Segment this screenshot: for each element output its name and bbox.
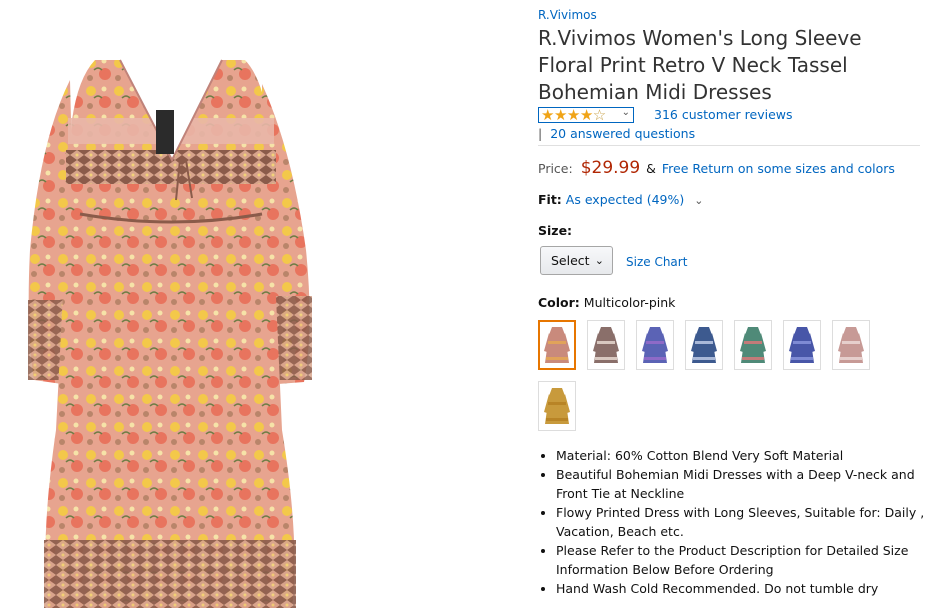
product-title: R.Vivimos Women's Long Sleeve Floral Pri… xyxy=(538,26,862,104)
size-select-value: Select xyxy=(551,253,590,268)
color-swatch[interactable] xyxy=(538,320,576,370)
feature-bullets: Material: 60% Cotton Blend Very Soft Mat… xyxy=(538,446,936,598)
star-rating-icon: ★★★★☆ xyxy=(541,106,606,124)
swatch-dress-thumbnail xyxy=(544,327,570,363)
size-select[interactable]: Select ⌄ xyxy=(540,246,613,275)
color-swatch[interactable] xyxy=(636,320,674,370)
color-swatch[interactable] xyxy=(538,381,576,431)
color-value: Multicolor-pink xyxy=(583,295,676,310)
swatch-dress-thumbnail xyxy=(838,327,864,363)
feature-bullet: Material: 60% Cotton Blend Very Soft Mat… xyxy=(556,446,936,465)
star-rating-dropdown[interactable]: ★★★★☆ ⌄ xyxy=(538,106,634,124)
free-return-link[interactable]: Free Return on some sizes and colors xyxy=(662,161,895,176)
qa-separator: | xyxy=(538,126,543,141)
customer-reviews-link[interactable]: 316 customer reviews xyxy=(654,107,793,122)
dress-image xyxy=(28,59,312,608)
feature-bullet: Please Refer to the Product Description … xyxy=(556,541,936,579)
divider xyxy=(538,145,920,146)
chevron-down-icon: ⌄ xyxy=(594,254,604,267)
main-product-image[interactable] xyxy=(0,0,340,608)
answered-questions-link[interactable]: 20 answered questions xyxy=(550,126,695,141)
color-swatch[interactable] xyxy=(685,320,723,370)
feature-bullet: Hand Wash Cold Recommended. Do not tumbl… xyxy=(556,579,936,598)
swatch-dress-thumbnail xyxy=(789,327,815,363)
fit-value-link[interactable]: As expected (49%) xyxy=(566,192,684,207)
color-label: Color: xyxy=(538,295,580,310)
color-swatch[interactable] xyxy=(734,320,772,370)
feature-bullet: Flowy Printed Dress with Long Sleeves, S… xyxy=(556,503,936,541)
color-swatch[interactable] xyxy=(783,320,821,370)
fit-row: Fit: As expected (49%) ⌄ xyxy=(538,192,703,207)
color-row: Color: Multicolor-pink xyxy=(538,295,675,310)
qa-row: | 20 answered questions xyxy=(538,126,695,141)
swatch-dress-thumbnail xyxy=(544,388,570,424)
chevron-down-icon[interactable]: ⌄ xyxy=(694,194,703,207)
fit-label: Fit: xyxy=(538,192,562,207)
price-amp: & xyxy=(646,161,656,176)
color-swatch[interactable] xyxy=(832,320,870,370)
swatch-dress-thumbnail xyxy=(593,327,619,363)
size-label: Size: xyxy=(538,223,573,238)
price-label: Price: xyxy=(538,161,573,176)
brand-link[interactable]: R.Vivimos xyxy=(538,8,597,22)
chevron-down-icon: ⌄ xyxy=(621,107,630,118)
color-swatch[interactable] xyxy=(587,320,625,370)
size-chart-link[interactable]: Size Chart xyxy=(626,255,687,269)
rating-row: ★★★★☆ ⌄ 316 customer reviews xyxy=(538,106,928,125)
feature-bullet: Beautiful Bohemian Midi Dresses with a D… xyxy=(556,465,936,503)
swatch-dress-thumbnail xyxy=(642,327,668,363)
price-value: $29.99 xyxy=(580,158,641,178)
price-row: Price: $29.99 & Free Return on some size… xyxy=(538,158,895,178)
swatch-dress-thumbnail xyxy=(691,327,717,363)
swatch-dress-thumbnail xyxy=(740,327,766,363)
